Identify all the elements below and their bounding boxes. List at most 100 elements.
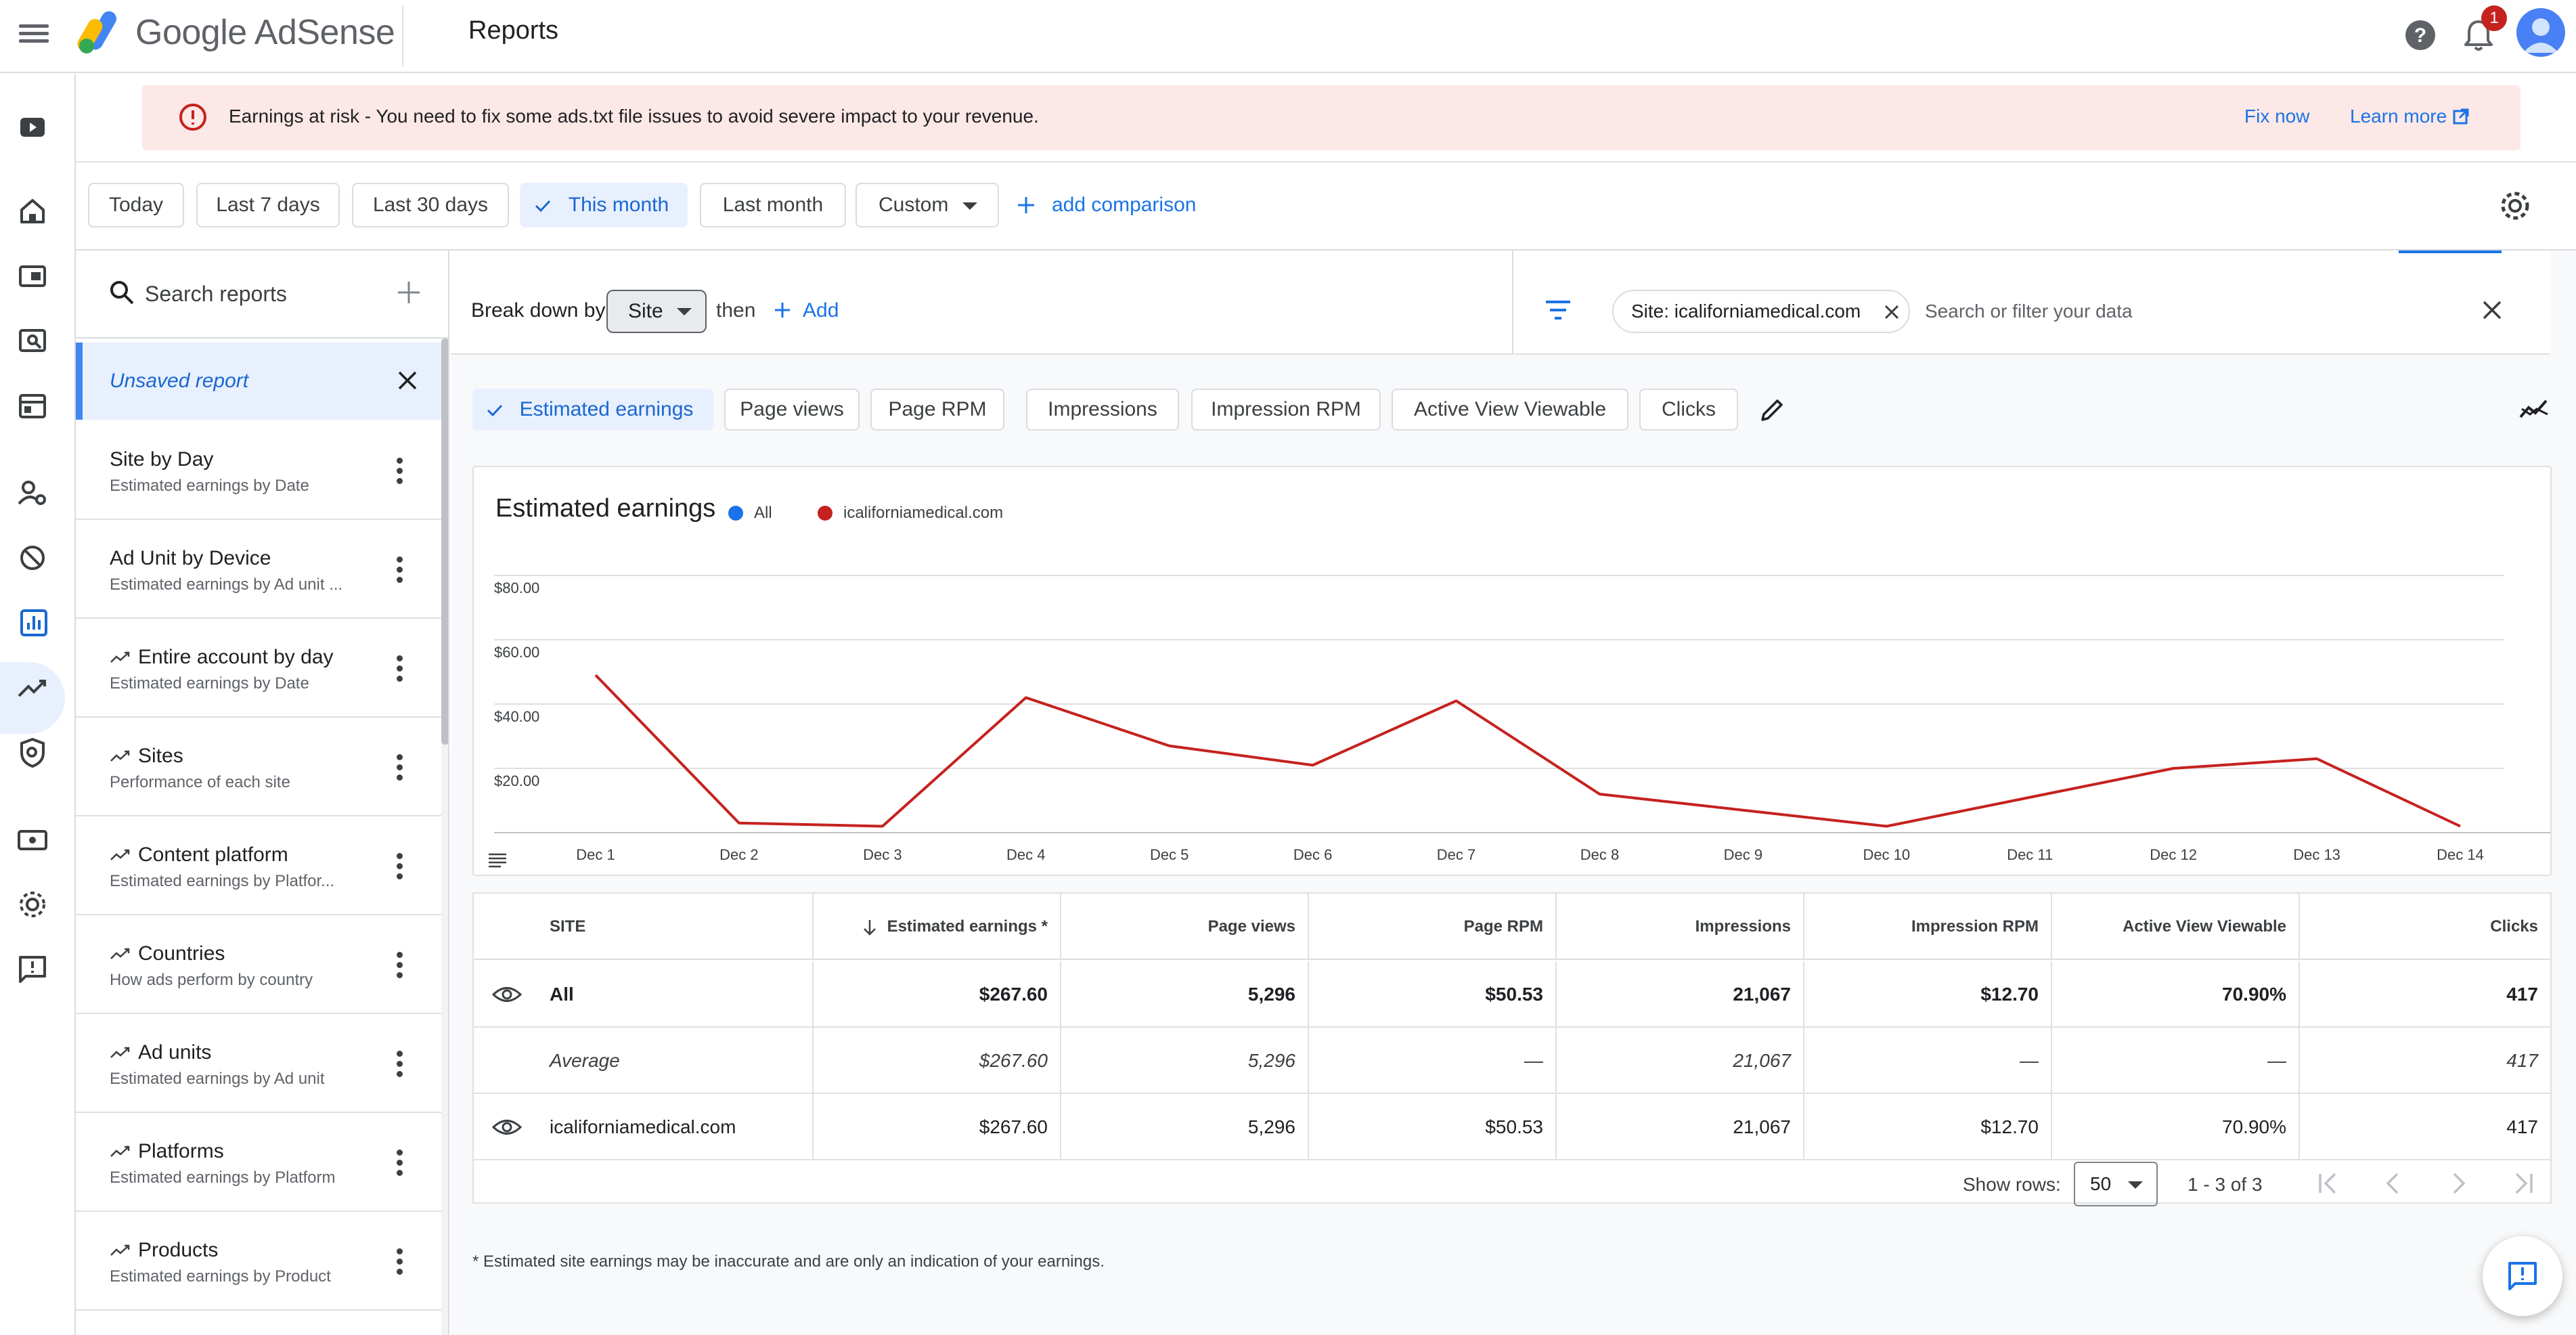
table-cell: 21,067 — [1555, 1094, 1803, 1160]
metric-clicks[interactable]: Clicks — [1639, 389, 1738, 431]
previous-page-icon[interactable] — [2378, 1168, 2408, 1198]
metric-impressions[interactable]: Impressions — [1026, 389, 1179, 431]
date-range-this-month[interactable]: This month — [520, 183, 688, 227]
blocking-controls-icon[interactable] — [15, 540, 50, 575]
reports-icon[interactable] — [16, 605, 51, 640]
home-icon[interactable] — [15, 194, 50, 229]
rows-per-page-select[interactable]: 50 — [2074, 1162, 2158, 1206]
x-tick-label: Dec 9 — [1724, 846, 1762, 863]
more-options-kebab-icon[interactable] — [397, 556, 403, 584]
filter-icon[interactable] — [1543, 298, 1573, 322]
date-range-last-7-days[interactable]: Last 7 days — [196, 183, 340, 227]
payments-icon[interactable] — [15, 822, 50, 857]
data-table-toggle-icon[interactable] — [487, 852, 508, 868]
filter-search-input[interactable]: Search or filter your data — [1925, 301, 2133, 322]
feedback-icon[interactable] — [15, 952, 50, 987]
search-inspect-icon[interactable] — [15, 324, 50, 359]
report-subtitle: Estimated earnings by Platfor... — [110, 872, 335, 890]
report-title: Ad units — [110, 1041, 211, 1064]
x-tick-label: Dec 1 — [576, 846, 615, 863]
next-page-icon[interactable] — [2443, 1168, 2473, 1198]
column-header-site[interactable]: SITE — [474, 894, 812, 960]
saved-report-item[interactable]: Platforms Estimated earnings by Platform — [76, 1113, 441, 1212]
add-breakdown-button[interactable]: Add — [773, 299, 839, 322]
fix-now-link[interactable]: Fix now — [2244, 106, 2309, 127]
report-title: Entire account by day — [110, 646, 334, 669]
reports-scrollbar-thumb[interactable] — [441, 338, 448, 745]
column-header-clicks[interactable]: Clicks — [2299, 894, 2550, 960]
earnings-line-chart: $20.00 $40.00 $60.00 $80.00 Dec 1 Dec 2 Dec 3 D… — [494, 575, 2550, 863]
chart-type-trend-icon[interactable] — [2518, 394, 2550, 424]
metric-estimated-earnings[interactable]: Estimated earnings — [472, 389, 713, 431]
ads-icon[interactable] — [15, 259, 50, 294]
saved-report-item[interactable]: Ad Unit by Device Estimated earnings by A… — [76, 520, 441, 619]
more-options-kebab-icon[interactable] — [397, 853, 403, 880]
date-range-today[interactable]: Today — [88, 183, 184, 227]
more-options-kebab-icon[interactable] — [397, 754, 403, 781]
search-reports-input[interactable]: Search reports — [145, 282, 287, 307]
main-menu-icon[interactable] — [19, 20, 49, 50]
saved-report-item[interactable]: Ad units Estimated earnings by Ad unit — [76, 1014, 441, 1113]
column-header-impressions[interactable]: Impressions — [1555, 894, 1803, 960]
column-header-page-views[interactable]: Page views — [1060, 894, 1308, 960]
video-icon[interactable] — [15, 110, 50, 145]
saved-report-item[interactable]: Content platform Estimated earnings by Pl… — [76, 816, 441, 915]
more-options-kebab-icon[interactable] — [397, 952, 403, 979]
edit-metrics-pencil-icon[interactable] — [1757, 395, 1787, 425]
remove-filter-close-icon[interactable] — [1883, 303, 1901, 321]
metric-active-view-viewable[interactable]: Active View Viewable — [1392, 389, 1628, 431]
breakdown-site-select[interactable]: Site — [606, 290, 707, 333]
then-label: then — [716, 299, 756, 322]
metric-page-rpm[interactable]: Page RPM — [870, 389, 1004, 431]
breakdown-divider — [1512, 250, 1513, 355]
plus-icon — [775, 303, 790, 318]
column-header-estimated-earnings[interactable]: Estimated earnings * — [812, 894, 1060, 960]
first-page-icon[interactable] — [2313, 1168, 2343, 1198]
more-options-kebab-icon[interactable] — [397, 1248, 403, 1275]
unsaved-report-item[interactable]: Unsaved report — [76, 343, 441, 420]
clear-filters-close-icon[interactable] — [2480, 298, 2504, 322]
report-settings-gear-icon[interactable] — [2496, 187, 2534, 225]
saved-report-item[interactable]: Site by Day Estimated earnings by Date — [76, 421, 441, 520]
new-report-plus-icon[interactable] — [395, 279, 422, 306]
learn-more-link[interactable]: Learn more — [2350, 106, 2447, 127]
column-header-impression-rpm[interactable]: Impression RPM — [1803, 894, 2051, 960]
privacy-messaging-icon[interactable] — [15, 475, 50, 510]
feedback-fab-button[interactable] — [2483, 1236, 2562, 1316]
metric-impression-rpm[interactable]: Impression RPM — [1191, 389, 1381, 431]
policy-center-icon[interactable] — [15, 735, 50, 770]
settings-icon[interactable] — [15, 887, 50, 922]
report-subtitle: Estimated earnings by Ad unit — [110, 1070, 325, 1088]
saved-report-item[interactable]: Countries How ads perform by country — [76, 915, 441, 1014]
more-options-kebab-icon[interactable] — [397, 1051, 403, 1078]
navigation-rail — [0, 74, 76, 1335]
sites-icon[interactable] — [15, 389, 50, 424]
earnings-chart-card: Estimated earnings All icaliforniamedica… — [472, 466, 2552, 876]
help-icon[interactable]: ? — [2399, 14, 2442, 57]
reports-panel: Search reports Unsaved report Site by Da… — [76, 250, 449, 1335]
date-range-custom-dropdown[interactable]: Custom — [856, 183, 999, 227]
saved-report-item[interactable]: Entire account by day Estimated earnings … — [76, 619, 441, 718]
account-avatar[interactable] — [2516, 8, 2565, 57]
more-options-kebab-icon[interactable] — [397, 1150, 403, 1177]
date-range-last-30-days[interactable]: Last 30 days — [352, 183, 509, 227]
more-options-kebab-icon[interactable] — [397, 655, 403, 682]
site-filter-chip[interactable]: Site: icaliforniamedical.com — [1612, 290, 1910, 333]
saved-report-item[interactable]: Products Estimated earnings by Product — [76, 1212, 441, 1311]
optimization-icon[interactable] — [15, 670, 50, 705]
date-range-last-month[interactable]: Last month — [700, 183, 846, 227]
x-tick-label: Dec 5 — [1150, 846, 1189, 863]
last-page-icon[interactable] — [2508, 1168, 2538, 1198]
column-header-page-rpm[interactable]: Page RPM — [1308, 894, 1555, 960]
column-header-active-view-viewable[interactable]: Active View Viewable — [2051, 894, 2299, 960]
close-icon[interactable] — [395, 368, 420, 393]
search-reports-row[interactable]: Search reports — [76, 250, 448, 338]
page-title: Reports — [468, 16, 559, 45]
metric-page-views[interactable]: Page views — [724, 389, 860, 431]
more-options-kebab-icon[interactable] — [397, 458, 403, 485]
table-cell: Average — [550, 1050, 620, 1071]
saved-report-item[interactable]: Sites Performance of each site — [76, 718, 441, 816]
report-subtitle: Estimated earnings by Product — [110, 1267, 331, 1286]
external-link-icon[interactable] — [2451, 107, 2470, 126]
add-comparison-button[interactable]: add comparison — [1015, 183, 1196, 227]
